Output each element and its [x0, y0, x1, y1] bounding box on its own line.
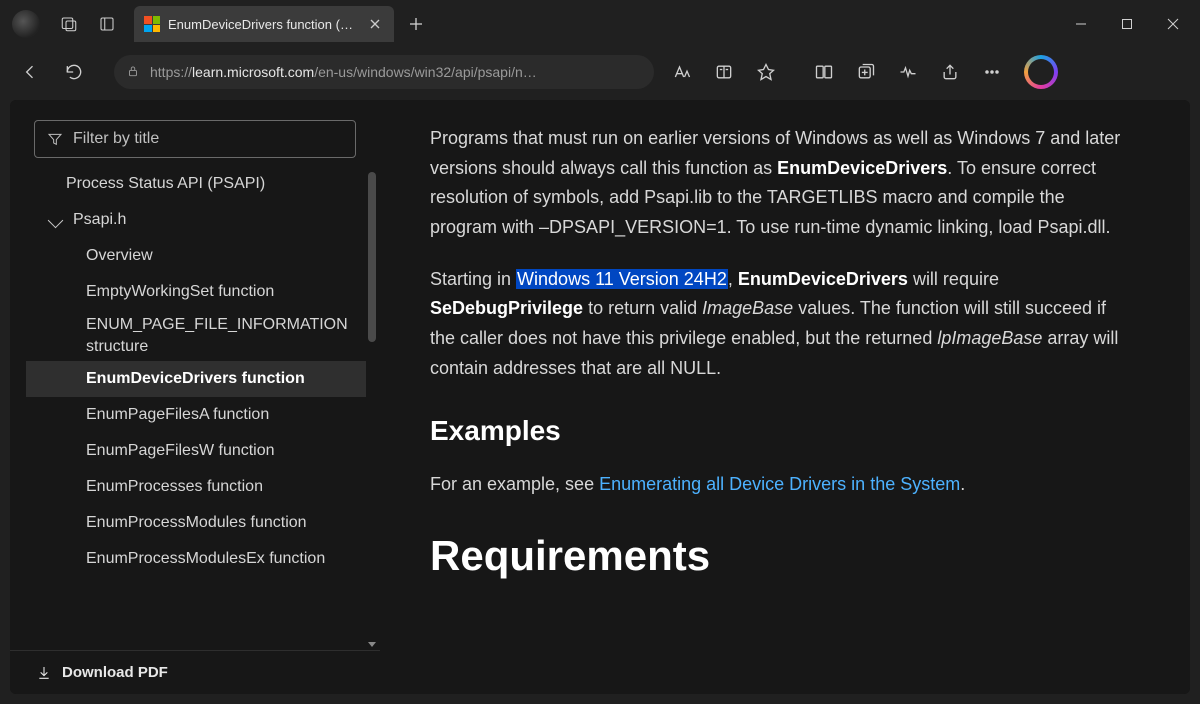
filter-placeholder: Filter by title — [73, 130, 159, 148]
window-maximize[interactable] — [1104, 4, 1150, 44]
tree-item-label: EnumPageFilesA function — [86, 404, 269, 426]
heading-requirements: Requirements — [430, 521, 1124, 590]
tree-item[interactable]: Process Status API (PSAPI) — [26, 166, 366, 202]
more-icon[interactable] — [972, 54, 1012, 90]
titlebar: EnumDeviceDrivers function (psa — [0, 0, 1200, 48]
filter-icon — [47, 131, 63, 147]
window-minimize[interactable] — [1058, 4, 1104, 44]
tab-actions-icon[interactable] — [88, 5, 126, 43]
url-text: https://learn.microsoft.com/en-us/window… — [150, 64, 537, 80]
tree-item[interactable]: EnumProcessModulesEx function — [26, 541, 366, 577]
tree-item-label: Process Status API (PSAPI) — [66, 173, 265, 195]
tree-item-label: EnumDeviceDrivers function — [86, 368, 305, 390]
workspaces-icon[interactable] — [50, 5, 88, 43]
download-pdf-label: Download PDF — [62, 664, 168, 681]
window-close[interactable] — [1150, 4, 1196, 44]
paragraph-privilege: Starting in Windows 11 Version 24H2, Enu… — [430, 265, 1124, 384]
tree-item-label: EnumProcessModules function — [86, 512, 307, 534]
tree-item[interactable]: Overview — [26, 238, 366, 274]
page-content: Filter by title Process Status API (PSAP… — [10, 100, 1190, 694]
scrollbar-down-arrow[interactable] — [366, 638, 378, 650]
tree-item[interactable]: EnumPageFilesA function — [26, 397, 366, 433]
refresh-button[interactable] — [54, 54, 94, 90]
tab-title: EnumDeviceDrivers function (psa — [168, 17, 358, 32]
window-controls — [1058, 4, 1196, 44]
lock-icon — [126, 64, 140, 81]
tree-item-label: Psapi.h — [73, 209, 126, 231]
address-bar: https://learn.microsoft.com/en-us/window… — [0, 48, 1200, 96]
example-link[interactable]: Enumerating all Device Drivers in the Sy… — [599, 474, 960, 494]
tree-item[interactable]: EnumProcessModules function — [26, 505, 366, 541]
filter-input[interactable]: Filter by title — [34, 120, 356, 158]
scrollbar-thumb[interactable] — [368, 172, 376, 342]
profile-avatar[interactable] — [12, 10, 40, 38]
article: Programs that must run on earlier versio… — [380, 100, 1174, 694]
tree-item-label: EmptyWorkingSet function — [86, 281, 274, 303]
highlighted-text: Windows 11 Version 24H2 — [516, 269, 728, 289]
favorite-icon[interactable] — [746, 54, 786, 90]
tree-item[interactable]: Psapi.h — [26, 202, 366, 238]
tab-close-icon[interactable] — [366, 15, 384, 33]
microsoft-favicon — [144, 16, 160, 32]
tree-item[interactable]: EnumProcesses function — [26, 469, 366, 505]
browser-tab[interactable]: EnumDeviceDrivers function (psa — [134, 6, 394, 42]
nav-tree: Process Status API (PSAPI) Psapi.h Overvie… — [10, 166, 380, 650]
copilot-button[interactable] — [1024, 55, 1058, 89]
tree-item-label: EnumProcessModulesEx function — [86, 548, 325, 570]
heading-examples: Examples — [430, 408, 1124, 454]
text-size-icon[interactable] — [662, 54, 702, 90]
heartbeat-icon[interactable] — [888, 54, 928, 90]
paragraph-compat: Programs that must run on earlier versio… — [430, 124, 1124, 243]
reader-icon[interactable] — [704, 54, 744, 90]
sidebar: Filter by title Process Status API (PSAP… — [10, 100, 380, 694]
tree-item[interactable]: EnumDeviceDrivers function — [26, 361, 366, 397]
tree-item-label: ENUM_PAGE_FILE_INFORMATION structure — [86, 314, 356, 357]
url-box[interactable]: https://learn.microsoft.com/en-us/window… — [114, 55, 654, 89]
share-icon[interactable] — [930, 54, 970, 90]
tree-item[interactable]: ENUM_PAGE_FILE_INFORMATION structure — [26, 310, 366, 361]
split-screen-icon[interactable] — [804, 54, 844, 90]
page-scrollbar[interactable] — [1174, 100, 1190, 694]
tree-item-label: EnumProcesses function — [86, 476, 263, 498]
download-pdf-button[interactable]: Download PDF — [10, 650, 380, 694]
collections-icon[interactable] — [846, 54, 886, 90]
tree-item[interactable]: EnumPageFilesW function — [26, 433, 366, 469]
tree-item[interactable]: EmptyWorkingSet function — [26, 274, 366, 310]
sidebar-scrollbar[interactable] — [366, 166, 378, 650]
paragraph-example: For an example, see Enumerating all Devi… — [430, 470, 1124, 500]
tree-item-label: EnumPageFilesW function — [86, 440, 275, 462]
download-icon — [36, 665, 52, 681]
tree-item-label: Overview — [86, 245, 153, 267]
new-tab-button[interactable] — [400, 8, 432, 40]
back-button[interactable] — [10, 54, 50, 90]
